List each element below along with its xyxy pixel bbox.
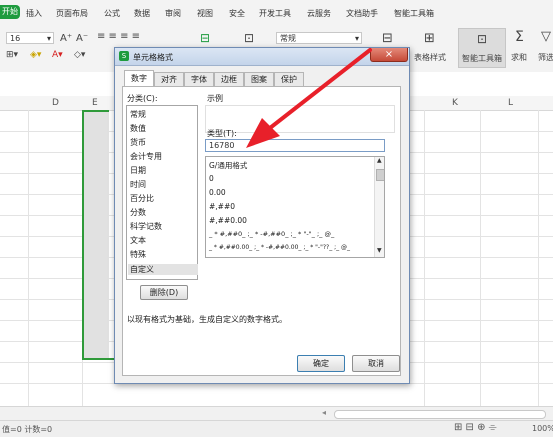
annotation-arrow-icon [246,48,372,148]
